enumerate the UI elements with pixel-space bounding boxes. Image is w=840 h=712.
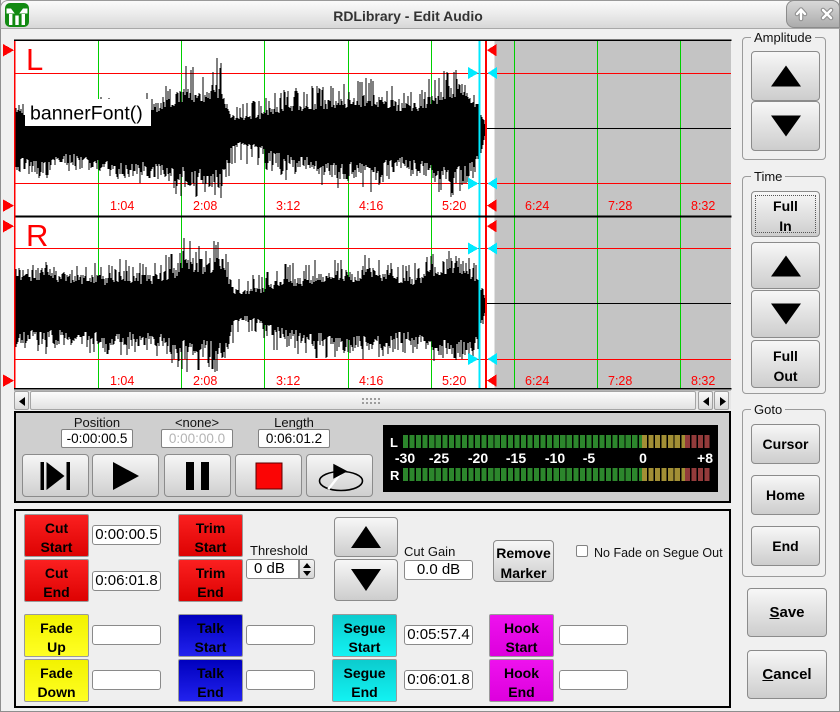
svg-text:3:12: 3:12 bbox=[276, 374, 300, 388]
svg-text:4:16: 4:16 bbox=[359, 199, 383, 213]
svg-text:1:04: 1:04 bbox=[110, 374, 134, 388]
svg-text:5:20: 5:20 bbox=[442, 374, 466, 388]
svg-text:7:28: 7:28 bbox=[608, 374, 632, 388]
svg-text:1:04: 1:04 bbox=[110, 199, 134, 213]
svg-text:2:08: 2:08 bbox=[193, 374, 217, 388]
svg-text:8:32: 8:32 bbox=[691, 374, 715, 388]
svg-text:R: R bbox=[26, 218, 48, 253]
svg-text:7:28: 7:28 bbox=[608, 199, 632, 213]
svg-text:2:08: 2:08 bbox=[193, 199, 217, 213]
svg-text:5:20: 5:20 bbox=[442, 199, 466, 213]
svg-text:3:12: 3:12 bbox=[276, 199, 300, 213]
svg-text:6:24: 6:24 bbox=[525, 374, 549, 388]
svg-text:6:24: 6:24 bbox=[525, 199, 549, 213]
svg-text:4:16: 4:16 bbox=[359, 374, 383, 388]
svg-text:8:32: 8:32 bbox=[691, 199, 715, 213]
svg-text:L: L bbox=[26, 42, 43, 77]
svg-text:bannerFont(): bannerFont() bbox=[30, 103, 143, 125]
